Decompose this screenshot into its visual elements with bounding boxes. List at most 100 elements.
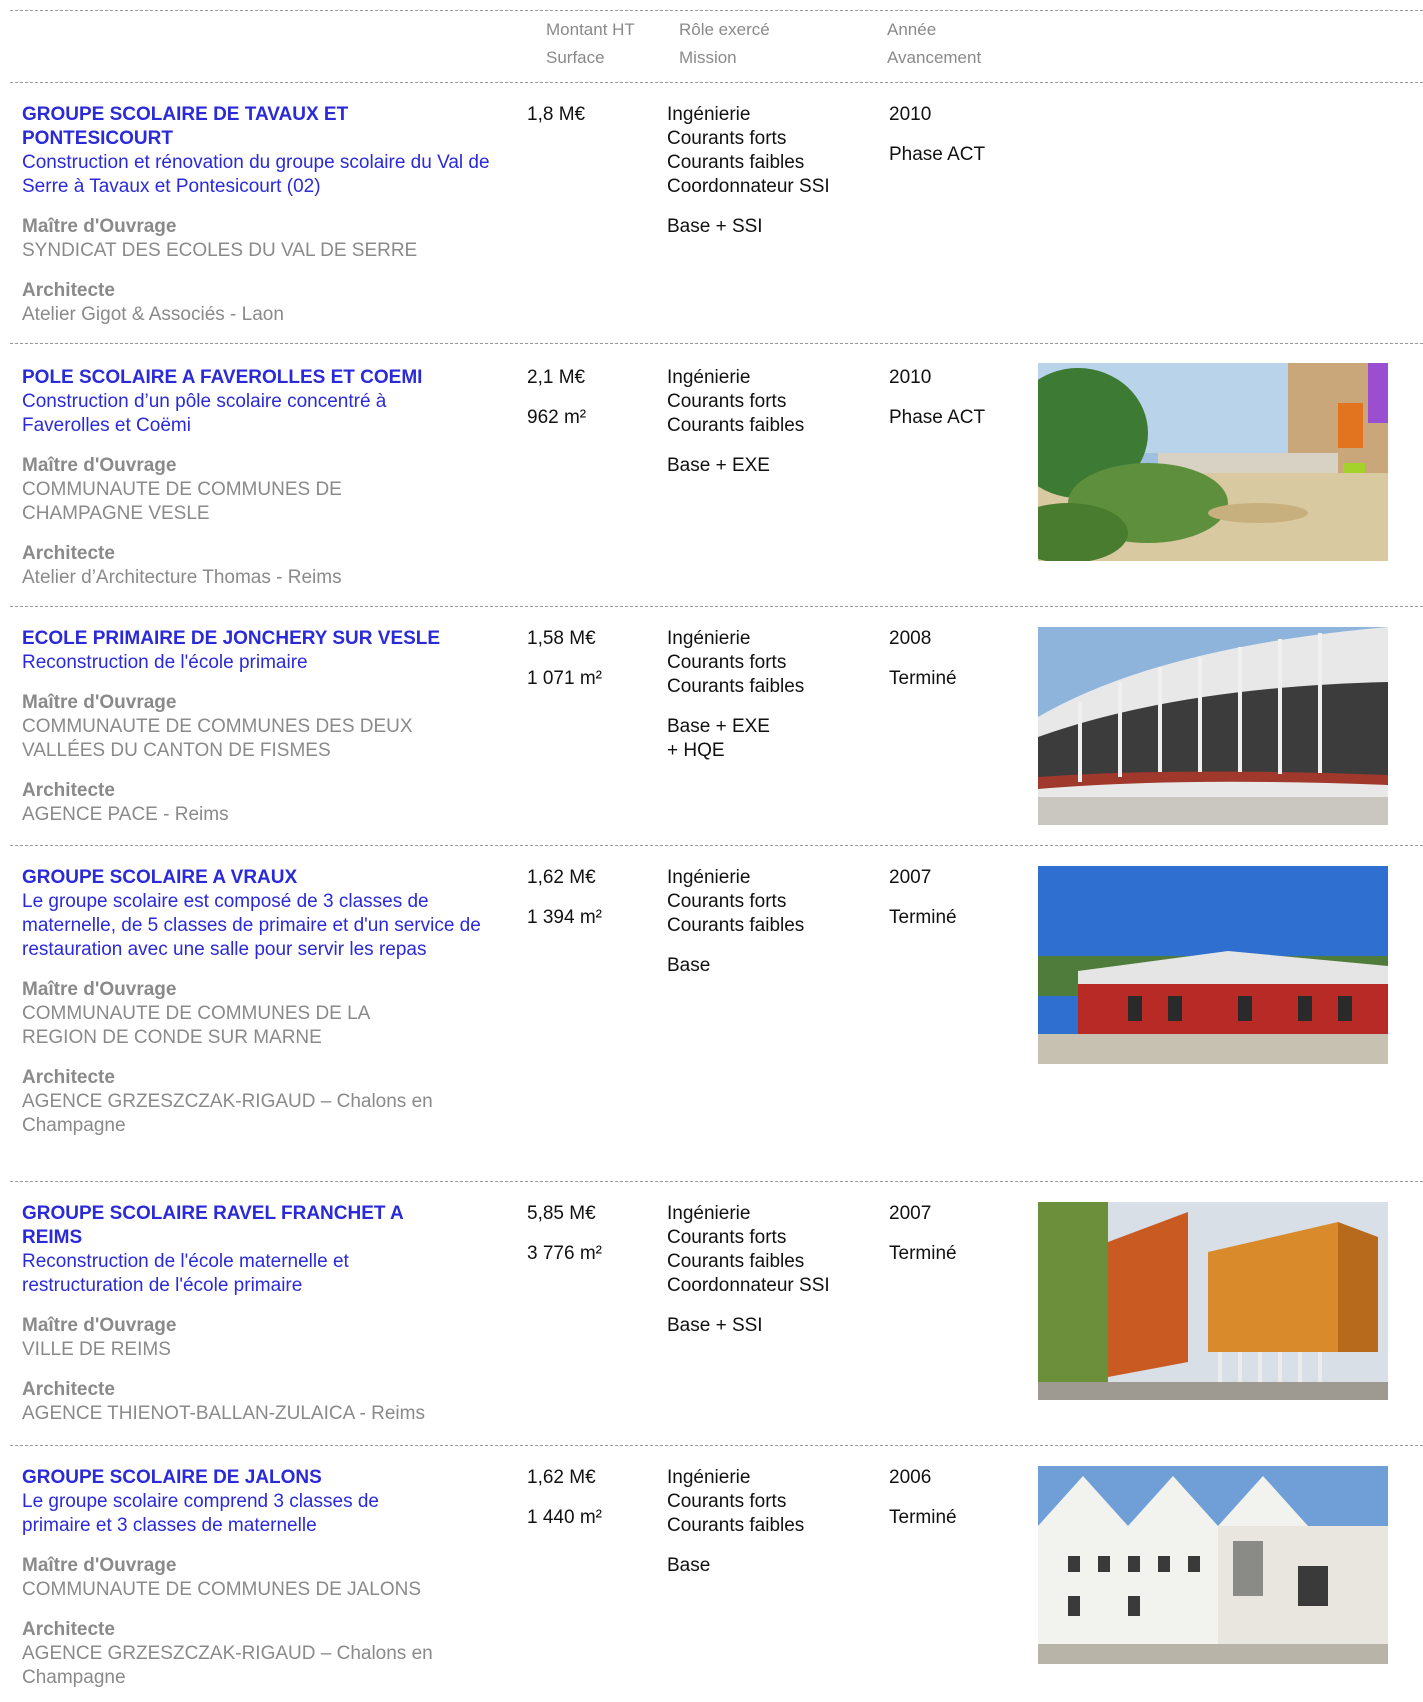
project-year: 2008	[889, 628, 932, 649]
project-title: ECOLE PRIMAIRE DE JONCHERY SUR VESLE	[22, 628, 441, 649]
project-amount: 1,62 M€	[527, 867, 596, 888]
role-item: Coordonnateur SSI	[667, 1275, 830, 1296]
row-divider	[10, 606, 1423, 607]
project-photo-courtyard	[1038, 363, 1388, 561]
project-amount: 2,1 M€	[527, 367, 586, 388]
project-year: 2006	[889, 1467, 932, 1488]
project-surface: 3 776 m²	[527, 1243, 602, 1264]
project-surface: 1 394 m²	[527, 907, 602, 928]
row-divider	[10, 845, 1423, 846]
role-item: Ingénierie	[667, 104, 751, 125]
project-amount: 1,58 M€	[527, 628, 596, 649]
role-item: Courants forts	[667, 128, 787, 149]
architect-value: AGENCE PACE - Reims	[22, 804, 229, 825]
row-divider	[10, 1181, 1423, 1182]
owner-value: VILLE DE REIMS	[22, 1339, 171, 1360]
project-mission: Base + EXE	[667, 455, 770, 476]
project-mission: Base	[667, 1555, 711, 1576]
project-info-0: GROUPE SCOLAIRE DE TAVAUX ET PONTESICOUR…	[22, 103, 492, 327]
project-title: GROUPE SCOLAIRE DE TAVAUX ET PONTESICOUR…	[22, 104, 349, 149]
header-mission: Mission	[679, 48, 737, 67]
project-surface: 1 071 m²	[527, 668, 602, 689]
architect-value: AGENCE GRZESZCZAK-RIGAUD – Chalons en Ch…	[22, 1091, 433, 1136]
project-roles-2: Ingénierie Courants forts Courants faibl…	[667, 627, 804, 763]
owner-value: COMMUNAUTE DE COMMUNES DES DEUX VALLÉES …	[22, 716, 413, 761]
architect-label: Architecte	[22, 1067, 115, 1088]
role-item: Courants faibles	[667, 676, 805, 697]
row-divider	[10, 1445, 1423, 1446]
project-figures-2: 1,58 M€ 1 071 m²	[527, 627, 602, 691]
project-timing-5: 2006 Terminé	[889, 1466, 957, 1530]
header-year-col: Année Avancement	[887, 16, 981, 72]
project-description: Le groupe scolaire est composé de 3 clas…	[22, 891, 481, 960]
project-figures-1: 2,1 M€ 962 m²	[527, 366, 586, 430]
project-status: Terminé	[889, 907, 957, 928]
project-photo-red-school	[1038, 866, 1388, 1064]
header-amount-col: Montant HT Surface	[546, 16, 635, 72]
project-photo-gabled-school	[1038, 1466, 1388, 1664]
role-item: Ingénierie	[667, 867, 751, 888]
owner-label: Maître d'Ouvrage	[22, 1315, 177, 1336]
project-mission: Base + SSI	[667, 216, 763, 237]
project-surface: 1 440 m²	[527, 1507, 602, 1528]
owner-label: Maître d'Ouvrage	[22, 692, 177, 713]
project-status: Phase ACT	[889, 144, 986, 165]
header-amount: Montant HT	[546, 20, 635, 39]
project-timing-2: 2008 Terminé	[889, 627, 957, 691]
project-year: 2007	[889, 1203, 932, 1224]
role-item: Courants forts	[667, 391, 787, 412]
project-photo-curved-facade	[1038, 627, 1388, 825]
owner-label: Maître d'Ouvrage	[22, 1555, 177, 1576]
project-roles-1: Ingénierie Courants forts Courants faibl…	[667, 366, 804, 478]
header-bottom-divider	[10, 82, 1423, 83]
header-year: Année	[887, 20, 937, 39]
owner-label: Maître d'Ouvrage	[22, 979, 177, 1000]
project-status: Terminé	[889, 1243, 957, 1264]
owner-value: SYNDICAT DES ECOLES DU VAL DE SERRE	[22, 240, 418, 261]
project-figures-3: 1,62 M€ 1 394 m²	[527, 866, 602, 930]
header-top-divider	[10, 10, 1423, 11]
project-mission: Base + SSI	[667, 1315, 763, 1336]
role-item: Courants faibles	[667, 1251, 805, 1272]
project-description: Le groupe scolaire comprend 3 classes de…	[22, 1491, 379, 1536]
role-item: Courants faibles	[667, 1515, 805, 1536]
project-description: Construction et rénovation du groupe sco…	[22, 152, 490, 197]
owner-label: Maître d'Ouvrage	[22, 455, 177, 476]
role-item: Courants forts	[667, 1491, 787, 1512]
role-item: Coordonnateur SSI	[667, 176, 830, 197]
project-year: 2010	[889, 104, 932, 125]
role-item: Courants forts	[667, 1227, 787, 1248]
project-timing-1: 2010 Phase ACT	[889, 366, 985, 430]
project-amount: 1,8 M€	[527, 104, 586, 125]
role-item: Ingénierie	[667, 367, 751, 388]
project-figures-4: 5,85 M€ 3 776 m²	[527, 1202, 602, 1266]
project-mission: Base + EXE + HQE	[667, 716, 770, 761]
project-title: GROUPE SCOLAIRE RAVEL FRANCHET A REIMS	[22, 1203, 404, 1248]
project-status: Phase ACT	[889, 407, 986, 428]
project-timing-4: 2007 Terminé	[889, 1202, 957, 1266]
project-mission: Base	[667, 955, 711, 976]
architect-label: Architecte	[22, 543, 115, 564]
row-divider	[10, 343, 1423, 344]
project-roles-5: Ingénierie Courants forts Courants faibl…	[667, 1466, 804, 1578]
project-description: Construction d’un pôle scolaire concentr…	[22, 391, 387, 436]
architect-value: Atelier Gigot & Associés - Laon	[22, 304, 284, 325]
owner-value: COMMUNAUTE DE COMMUNES DE CHAMPAGNE VESL…	[22, 479, 342, 524]
project-roles-4: Ingénierie Courants forts Courants faibl…	[667, 1202, 830, 1338]
architect-value: AGENCE GRZESZCZAK-RIGAUD – Chalons en Ch…	[22, 1643, 433, 1688]
role-item: Courants forts	[667, 652, 787, 673]
header-role-col: Rôle exercé Mission	[679, 16, 770, 72]
project-status: Terminé	[889, 668, 957, 689]
project-timing-0: 2010 Phase ACT	[889, 103, 985, 167]
project-year: 2007	[889, 867, 932, 888]
project-description: Reconstruction de l'école primaire	[22, 652, 308, 673]
project-year: 2010	[889, 367, 932, 388]
owner-label: Maître d'Ouvrage	[22, 216, 177, 237]
project-amount: 5,85 M€	[527, 1203, 596, 1224]
project-info-4: GROUPE SCOLAIRE RAVEL FRANCHET A REIMS R…	[22, 1202, 492, 1426]
header-progress: Avancement	[887, 48, 982, 67]
role-item: Courants forts	[667, 891, 787, 912]
role-item: Ingénierie	[667, 1467, 751, 1488]
project-title: GROUPE SCOLAIRE A VRAUX	[22, 867, 298, 888]
project-info-3: GROUPE SCOLAIRE A VRAUX Le groupe scolai…	[22, 866, 492, 1138]
